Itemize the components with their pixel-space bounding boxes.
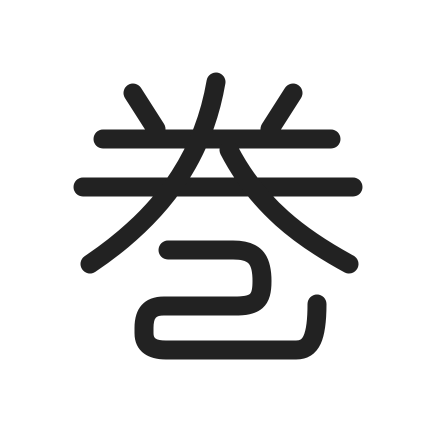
juan-character-glyph: [73, 72, 363, 360]
glyph-canvas: 卷: [0, 0, 434, 434]
stroke-bottom-component: [134, 240, 327, 360]
stroke-top-left-dot: [123, 83, 166, 139]
stroke-top-right-dot: [260, 83, 303, 139]
